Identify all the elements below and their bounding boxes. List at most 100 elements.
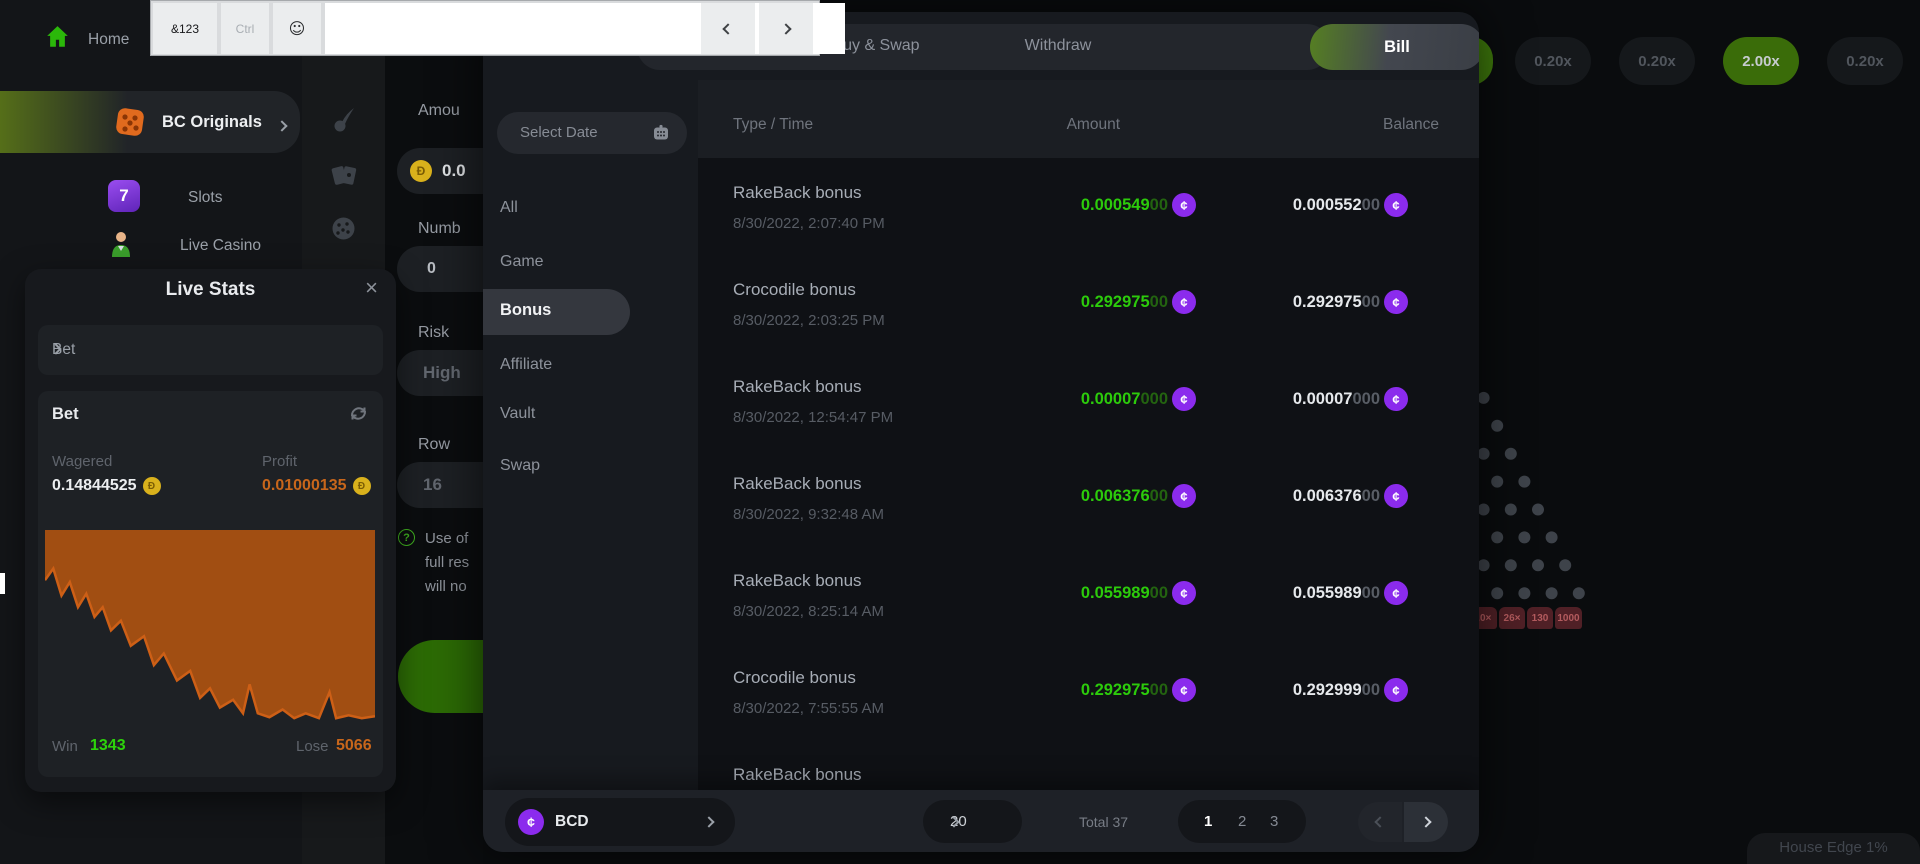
tx-type: RakeBack bonus	[733, 765, 862, 785]
tx-type: RakeBack bonus	[733, 474, 862, 494]
wagered-label: Wagered	[52, 453, 112, 470]
dice-icon	[112, 104, 148, 145]
filter-game[interactable]: Game	[500, 253, 544, 271]
amount-label: Amou	[418, 102, 460, 120]
ctrl-key[interactable]: Ctrl	[221, 3, 269, 54]
tx-balance: 0.29297500	[1190, 293, 1380, 312]
doge-coin-icon: Ð	[353, 477, 371, 495]
bcd-coin-icon: ¢	[1384, 387, 1408, 411]
transactions-table: RakeBack bonus 8/30/2022, 2:07:40 PM 0.0…	[698, 158, 1479, 852]
rows-label: Row	[418, 436, 450, 454]
cursor-artifact	[0, 573, 5, 594]
reset-icon[interactable]	[348, 403, 369, 429]
tx-type: Crocodile bonus	[733, 668, 856, 688]
prev-page-button[interactable]	[1358, 802, 1402, 842]
pagination-nav	[1358, 802, 1448, 842]
page-3[interactable]: 3	[1270, 813, 1278, 830]
column-header-amount: Amount	[1000, 116, 1120, 134]
chevron-right-icon	[278, 117, 286, 135]
total-count: Total 37	[1079, 814, 1128, 830]
bets-value: 0	[427, 260, 436, 278]
win-value: 1343	[90, 737, 126, 755]
select-date-dropdown[interactable]: Select Date	[497, 112, 687, 154]
tab-bill-active[interactable]: Bill	[1310, 24, 1479, 70]
tx-balance: 0.00637600	[1190, 487, 1380, 506]
column-header-balance: Balance	[1319, 116, 1439, 134]
emoji-key[interactable]: ☺	[273, 3, 321, 54]
stats-card-title: Bet	[52, 405, 79, 424]
dice-ball-game-icon[interactable]	[302, 216, 385, 241]
number-of-bets-label: Numb	[418, 220, 461, 238]
arrow-left-key[interactable]	[701, 3, 755, 54]
tx-amount: 0.00637600	[978, 487, 1168, 506]
symbols-key[interactable]: &123	[153, 3, 217, 54]
tab-buy-swap[interactable]: Buy & Swap	[832, 37, 919, 55]
tx-amount: 0.00054900	[978, 196, 1168, 215]
risk-value: High	[423, 363, 461, 383]
sidebar-item-slots[interactable]: Slots	[188, 189, 222, 207]
table-row: RakeBack bonus 8/30/2022, 12:54:47 PM 0.…	[698, 362, 1479, 459]
tx-balance: 0.29299900	[1190, 681, 1380, 700]
next-page-button[interactable]	[1404, 802, 1448, 842]
tx-time: 8/30/2022, 2:03:25 PM	[733, 312, 885, 329]
sidebar-item-home[interactable]: Home	[88, 31, 129, 49]
page-2[interactable]: 2	[1238, 813, 1246, 830]
profit-value: 0.01000135 Ð	[262, 477, 371, 495]
lose-label: Lose	[296, 738, 329, 755]
filter-vault[interactable]: Vault	[500, 405, 535, 423]
tx-type: RakeBack bonus	[733, 377, 862, 397]
crash-game-icon[interactable]	[302, 106, 385, 134]
doge-coin-icon: Ð	[143, 477, 161, 495]
filter-swap[interactable]: Swap	[500, 457, 540, 475]
sidebar-item-bc-originals[interactable]: BC Originals	[0, 91, 300, 153]
profit-sparkline-chart	[45, 530, 375, 723]
multiplier-slot: 26×	[1499, 607, 1525, 629]
page-1[interactable]: 1	[1204, 813, 1212, 830]
tx-time: 8/30/2022, 12:54:47 PM	[733, 409, 893, 426]
stats-mode-select[interactable]: Bet	[38, 325, 383, 375]
currency-label: BCD	[555, 813, 589, 831]
sidebar-item-live-casino[interactable]: Live Casino	[180, 237, 261, 255]
filter-bonus-active[interactable]: Bonus	[483, 289, 630, 335]
tx-time: 8/30/2022, 9:32:48 AM	[733, 506, 884, 523]
bcd-coin-icon: ¢	[1384, 290, 1408, 314]
tx-type: RakeBack bonus	[733, 183, 862, 203]
tx-type: RakeBack bonus	[733, 571, 862, 591]
house-edge-badge: House Edge 1%	[1747, 833, 1920, 864]
table-row: Crocodile bonus 8/30/2022, 2:03:25 PM 0.…	[698, 265, 1479, 362]
tx-time: 8/30/2022, 2:07:40 PM	[733, 215, 885, 232]
tx-time: 8/30/2022, 8:25:14 AM	[733, 603, 884, 620]
tab-withdraw[interactable]: Withdraw	[1025, 37, 1092, 55]
result-pill: 0.20x	[1827, 37, 1903, 85]
bcd-coin-icon: ¢	[1384, 193, 1408, 217]
bcd-coin-icon: ¢	[1384, 484, 1408, 508]
calendar-icon	[652, 124, 670, 142]
table-row: Crocodile bonus 8/30/2022, 7:55:55 AM 0.…	[698, 653, 1479, 750]
filter-affiliate[interactable]: Affiliate	[500, 356, 552, 374]
page-size-selector[interactable]: 20	[923, 800, 1022, 843]
filter-all[interactable]: All	[500, 199, 518, 217]
table-row: RakeBack bonus 8/30/2022, 9:32:48 AM 0.0…	[698, 459, 1479, 556]
plinko-pegs	[1452, 356, 1662, 616]
table-row: RakeBack bonus 8/30/2022, 2:07:40 PM 0.0…	[698, 168, 1479, 265]
pagination: 1 2 3	[1178, 800, 1306, 843]
tx-amount: 0.29297500	[978, 293, 1168, 312]
multiplier-slot: 130	[1527, 607, 1553, 629]
wallet-modal: Deposit Buy & Swap Withdraw Bill Select …	[483, 12, 1479, 852]
arrow-right-key[interactable]	[759, 3, 813, 54]
live-casino-icon	[104, 227, 138, 266]
tx-time: 8/30/2022, 7:55:55 AM	[733, 700, 884, 717]
select-date-placeholder: Select Date	[520, 124, 598, 141]
risk-label: Risk	[418, 324, 449, 342]
rows-value: 16	[423, 475, 442, 495]
stats-card: Bet Wagered Profit 0.14844525 Ð 0.010001…	[38, 391, 383, 777]
cards-game-icon[interactable]	[302, 163, 385, 189]
slots-icon: 7	[108, 180, 140, 212]
touch-keyboard-bar: &123 Ctrl ☺	[150, 0, 820, 56]
close-icon[interactable]: ×	[365, 275, 378, 301]
table-row: RakeBack bonus 8/30/2022, 8:25:14 AM 0.0…	[698, 556, 1479, 653]
result-pill: 0.20x	[1515, 37, 1591, 85]
currency-selector[interactable]: ¢ BCD	[505, 798, 735, 846]
win-label: Win	[52, 738, 78, 755]
tx-balance: 0.05598900	[1190, 584, 1380, 603]
